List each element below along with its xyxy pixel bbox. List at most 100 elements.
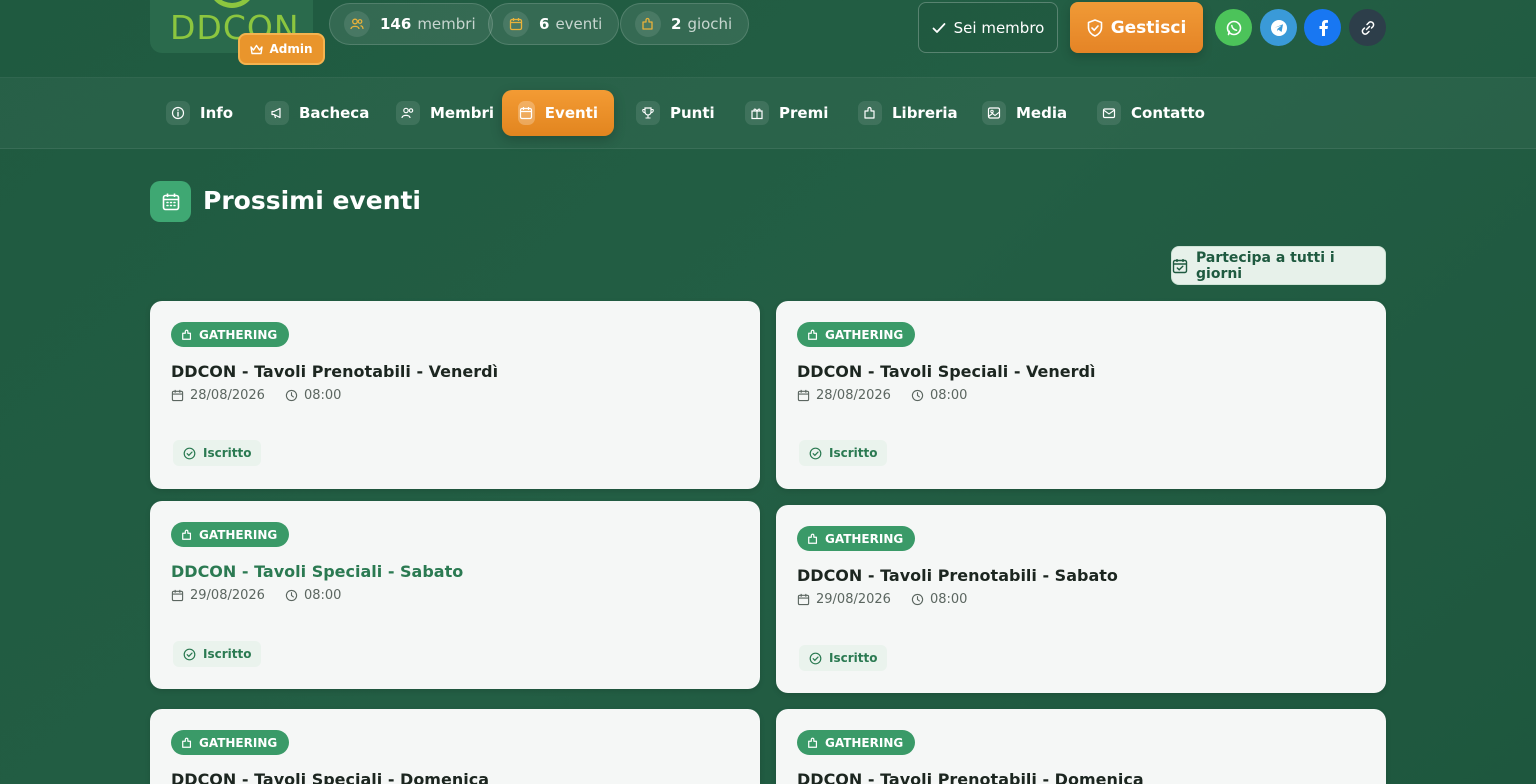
event-tag-label: GATHERING bbox=[199, 527, 278, 542]
tab-info[interactable]: Info bbox=[150, 90, 249, 136]
manage-button[interactable]: Gestisci bbox=[1070, 2, 1203, 53]
event-card[interactable]: GATHERING DDCON - Tavoli Speciali - Saba… bbox=[150, 501, 760, 689]
info-icon bbox=[166, 101, 190, 125]
enrolled-label: Iscritto bbox=[829, 651, 878, 665]
stat-games-label: giochi bbox=[687, 15, 733, 33]
calendar-icon bbox=[171, 389, 184, 402]
event-tag: GATHERING bbox=[171, 730, 290, 755]
event-meta: 29/08/2026 08:00 bbox=[171, 588, 341, 603]
tab-eventi[interactable]: Eventi bbox=[502, 90, 614, 136]
event-date: 29/08/2026 bbox=[190, 588, 265, 603]
clock-icon bbox=[285, 589, 298, 602]
calendar-icon bbox=[503, 11, 529, 37]
event-time: 08:00 bbox=[303, 388, 342, 403]
event-card[interactable]: GATHERING DDCON - Tavoli Prenotabili - S… bbox=[776, 505, 1386, 693]
tab-libreria[interactable]: Libreria bbox=[842, 90, 974, 136]
event-title[interactable]: DDCON - Tavoli Prenotabili - Domenica bbox=[797, 770, 1144, 784]
event-date: 29/08/2026 bbox=[816, 592, 891, 607]
mail-icon bbox=[1097, 101, 1121, 125]
calendar-icon bbox=[518, 101, 535, 125]
enrolled-badge: Iscritto bbox=[173, 641, 262, 667]
event-meta: 28/08/2026 08:00 bbox=[797, 388, 967, 403]
event-card[interactable]: GATHERING DDCON - Tavoli Speciali - Dome… bbox=[150, 709, 760, 784]
join-all-days-button[interactable]: Partecipa a tutti i giorni bbox=[1171, 246, 1386, 285]
shield-icon bbox=[1087, 18, 1103, 37]
event-tag: GATHERING bbox=[171, 322, 290, 347]
trophy-icon bbox=[636, 101, 660, 125]
event-time: 08:00 bbox=[303, 588, 342, 603]
users-icon bbox=[344, 11, 370, 37]
event-card[interactable]: GATHERING DDCON - Tavoli Prenotabili - D… bbox=[776, 709, 1386, 784]
tab-libreria-label: Libreria bbox=[892, 104, 958, 122]
calendar-icon bbox=[797, 593, 810, 606]
check-circle-icon bbox=[809, 447, 822, 460]
calendar-icon bbox=[797, 389, 810, 402]
main-nav: Info Bacheca Membri Eventi Punti Premi L… bbox=[0, 78, 1536, 149]
tab-info-label: Info bbox=[200, 104, 234, 122]
stat-events[interactable]: 6 eventi bbox=[488, 3, 620, 45]
clock-icon bbox=[911, 593, 924, 606]
manage-button-label: Gestisci bbox=[1110, 17, 1187, 38]
check-circle-icon bbox=[183, 447, 196, 460]
puzzle-icon bbox=[181, 329, 193, 341]
logo-arc bbox=[208, 0, 256, 8]
event-title[interactable]: DDCON - Tavoli Speciali - Sabato bbox=[171, 562, 463, 581]
tab-punti[interactable]: Punti bbox=[620, 90, 731, 136]
member-button-label: Sei membro bbox=[953, 18, 1045, 37]
tab-membri[interactable]: Membri bbox=[380, 90, 510, 136]
event-date: 28/08/2026 bbox=[816, 388, 891, 403]
clock-icon bbox=[285, 389, 298, 402]
puzzle-icon bbox=[181, 529, 193, 541]
event-tag-label: GATHERING bbox=[199, 735, 278, 750]
stat-games-count: 2 bbox=[671, 15, 682, 33]
puzzle-icon bbox=[807, 533, 819, 545]
event-meta: 29/08/2026 08:00 bbox=[797, 592, 967, 607]
event-tag: GATHERING bbox=[797, 322, 916, 347]
puzzle-icon bbox=[807, 737, 819, 749]
megaphone-icon bbox=[265, 101, 289, 125]
calendar-icon bbox=[171, 589, 184, 602]
join-all-days-label: Partecipa a tutti i giorni bbox=[1196, 249, 1335, 282]
puzzle-icon bbox=[181, 737, 193, 749]
admin-badge: Admin bbox=[238, 33, 325, 65]
whatsapp-icon[interactable] bbox=[1215, 9, 1252, 46]
top-header: DDCON Admin 146 membri 6 eventi 2 giochi… bbox=[0, 0, 1536, 78]
tab-eventi-label: Eventi bbox=[544, 104, 598, 122]
puzzle-icon bbox=[807, 329, 819, 341]
event-tag: GATHERING bbox=[171, 522, 290, 547]
check-icon bbox=[932, 22, 946, 34]
crown-icon bbox=[250, 44, 264, 55]
event-tag-label: GATHERING bbox=[199, 327, 278, 342]
tab-premi-label: Premi bbox=[779, 104, 829, 122]
tab-bacheca[interactable]: Bacheca bbox=[249, 90, 385, 136]
enrolled-label: Iscritto bbox=[203, 647, 252, 661]
enrolled-badge: Iscritto bbox=[173, 440, 262, 466]
tab-media[interactable]: Media bbox=[966, 90, 1083, 136]
event-title[interactable]: DDCON - Tavoli Speciali - Venerdì bbox=[797, 362, 1095, 381]
member-button[interactable]: Sei membro bbox=[918, 2, 1058, 53]
tab-punti-label: Punti bbox=[670, 104, 715, 122]
tab-membri-label: Membri bbox=[430, 104, 495, 122]
stat-members-count: 146 bbox=[380, 15, 412, 33]
event-title[interactable]: DDCON - Tavoli Prenotabili - Sabato bbox=[797, 566, 1118, 585]
stat-games[interactable]: 2 giochi bbox=[620, 3, 750, 45]
event-tag-label: GATHERING bbox=[825, 735, 904, 750]
calendar-icon bbox=[150, 181, 191, 222]
event-tag-label: GATHERING bbox=[825, 327, 904, 342]
event-title[interactable]: DDCON - Tavoli Speciali - Domenica bbox=[171, 770, 489, 784]
stat-members-label: membri bbox=[417, 15, 476, 33]
tab-contatto[interactable]: Contatto bbox=[1081, 90, 1221, 136]
telegram-icon[interactable] bbox=[1260, 9, 1297, 46]
check-circle-icon bbox=[183, 648, 196, 661]
event-card[interactable]: GATHERING DDCON - Tavoli Speciali - Vene… bbox=[776, 301, 1386, 489]
event-card[interactable]: GATHERING DDCON - Tavoli Prenotabili - V… bbox=[150, 301, 760, 489]
tab-premi[interactable]: Premi bbox=[729, 90, 844, 136]
event-title[interactable]: DDCON - Tavoli Prenotabili - Venerdì bbox=[171, 362, 498, 381]
admin-label: Admin bbox=[269, 42, 313, 56]
gift-icon bbox=[745, 101, 769, 125]
check-circle-icon bbox=[809, 652, 822, 665]
facebook-icon[interactable] bbox=[1304, 9, 1341, 46]
stat-members[interactable]: 146 membri bbox=[329, 3, 493, 45]
link-icon[interactable] bbox=[1349, 9, 1386, 46]
puzzle-icon bbox=[635, 11, 661, 37]
